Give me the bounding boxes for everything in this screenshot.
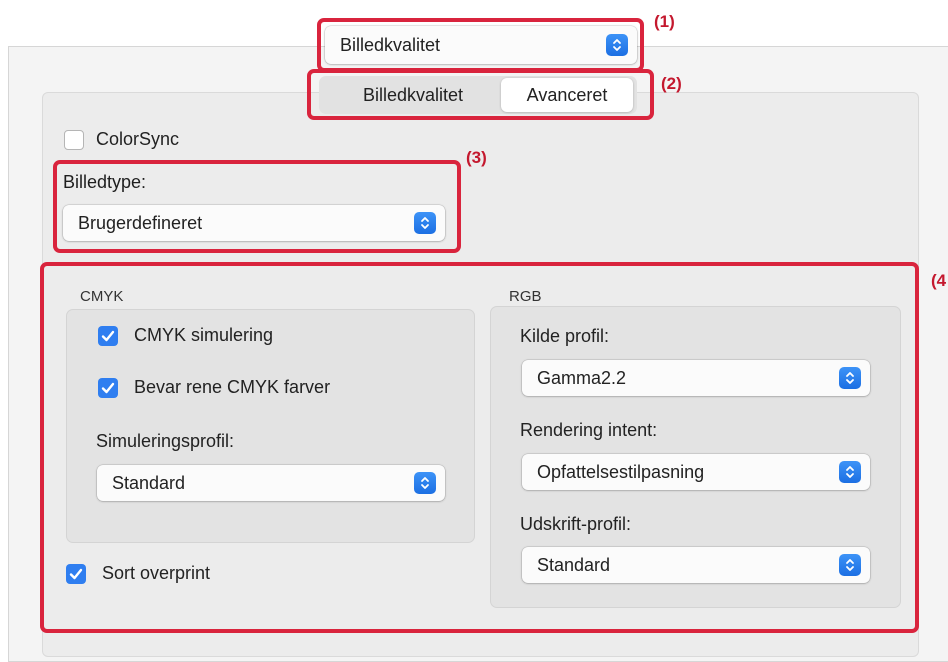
callout-box-3 — [53, 160, 461, 253]
colorsync-label: ColorSync — [96, 129, 180, 149]
callout-number-3: (3) — [466, 148, 487, 167]
callout-box-1 — [317, 18, 644, 72]
callout-number-1: (1) — [654, 12, 675, 31]
callout-number-2: (2) — [661, 74, 682, 93]
callout-number-4: (4 — [931, 271, 947, 290]
colorsync-checkbox[interactable] — [64, 130, 84, 150]
callout-box-2 — [307, 69, 654, 120]
callout-box-4 — [40, 262, 919, 633]
